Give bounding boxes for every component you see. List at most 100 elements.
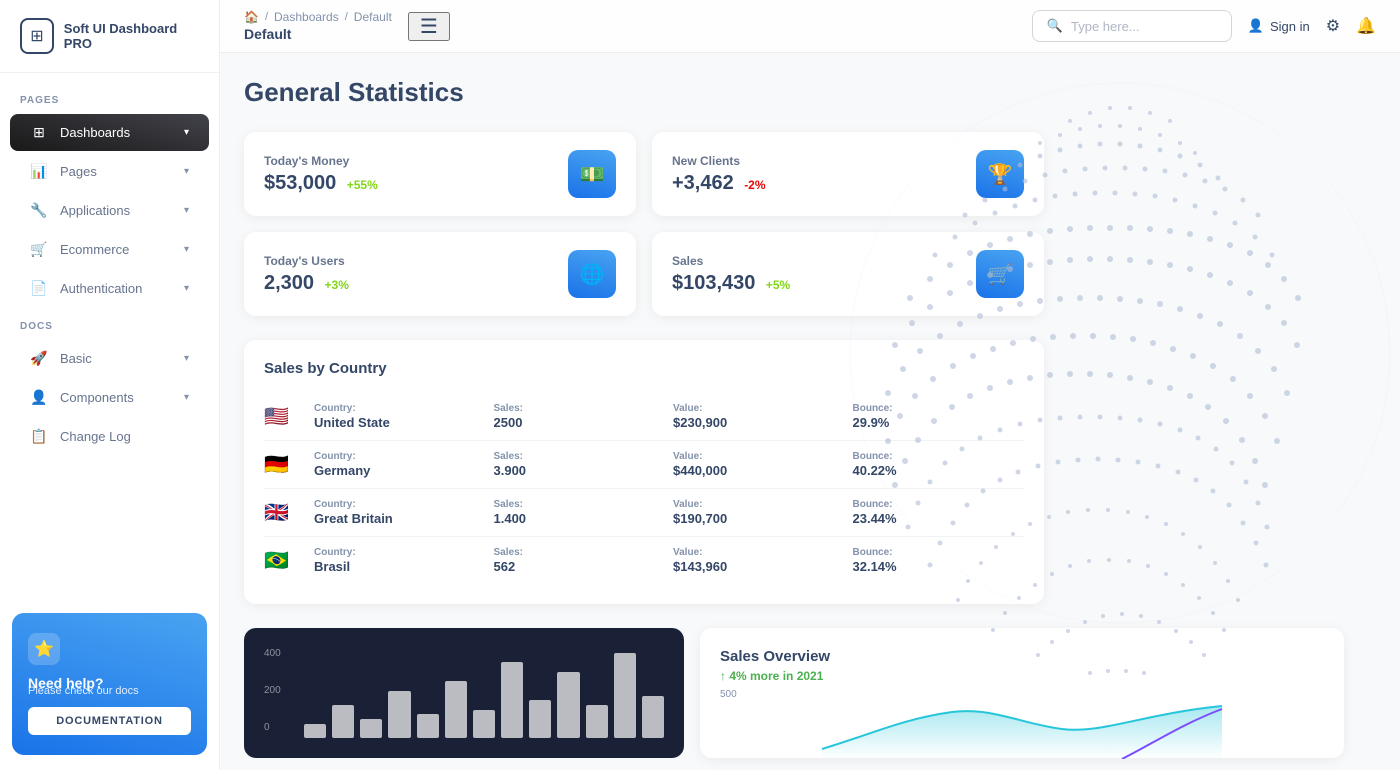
sidebar-item-label: Ecommerce — [60, 242, 172, 257]
country-col-label: Country: — [314, 451, 486, 462]
header-right: 🔍 👤 Sign in ⚙ 🔔 — [1032, 10, 1376, 42]
value-col-label: Value: — [673, 403, 845, 414]
basic-icon: 🚀 — [30, 350, 48, 367]
bar-item — [473, 710, 495, 738]
breadcrumb-current: Default — [354, 10, 392, 24]
stat-info-sales: Sales $103,430 +5% — [672, 254, 790, 295]
flag-br: 🇧🇷 — [264, 548, 306, 573]
stat-card-sales: Sales $103,430 +5% 🛒 — [652, 232, 1044, 316]
stat-value-clients: +3,462 — [672, 172, 734, 194]
sales-col-br: Sales: 562 — [494, 547, 666, 574]
value-amount-gb: $190,700 — [673, 511, 845, 526]
authentication-icon: 📄 — [30, 280, 48, 297]
stat-change-clients: -2% — [744, 178, 765, 192]
country-name-de: Germany — [314, 463, 486, 478]
sidebar-item-label: Basic — [60, 351, 172, 366]
bar-item — [360, 719, 382, 738]
sales-overview-card: Sales Overview ↑ 4% more in 2021 500 — [700, 628, 1344, 758]
stat-icon-users: 🌐 — [568, 250, 616, 298]
chevron-icon: ▾ — [184, 205, 189, 216]
sidebar-item-components[interactable]: 👤 Components ▾ — [10, 379, 209, 416]
stat-value-row-sales: $103,430 +5% — [672, 272, 790, 295]
stat-info-users: Today's Users 2,300 +3% — [264, 254, 349, 295]
value-col-label: Value: — [673, 547, 845, 558]
sidebar-item-changelog[interactable]: 📋 Change Log — [10, 418, 209, 455]
chart-y-labels: 400 200 0 — [264, 648, 281, 733]
value-amount-de: $440,000 — [673, 463, 845, 478]
sales-col-label: Sales: — [494, 547, 666, 558]
section-label-docs: DOCS — [0, 309, 219, 338]
bar-item — [501, 662, 523, 738]
logo-icon: ⊞ — [20, 18, 54, 54]
bar-item — [529, 700, 551, 738]
chevron-icon: ▾ — [184, 353, 189, 364]
chevron-icon: ▾ — [184, 166, 189, 177]
stat-info-money: Today's Money $53,000 +55% — [264, 154, 378, 195]
sidebar-item-applications[interactable]: 🔧 Applications ▾ — [10, 192, 209, 229]
sidebar-item-label: Change Log — [60, 429, 189, 444]
country-table: 🇺🇸 Country: United State Sales: 2500 Val… — [264, 393, 1024, 584]
menu-toggle-button[interactable]: ☰ — [408, 12, 450, 41]
stat-icon-clients: 🏆 — [976, 150, 1024, 198]
settings-icon[interactable]: ⚙ — [1326, 16, 1340, 36]
app-name: Soft UI Dashboard PRO — [64, 21, 199, 51]
stat-change-users: +3% — [325, 278, 349, 292]
country-col-de: Country: Germany — [314, 451, 486, 478]
search-icon: 🔍 — [1047, 18, 1063, 34]
ecommerce-icon: 🛒 — [30, 241, 48, 258]
notifications-icon[interactable]: 🔔 — [1356, 16, 1376, 36]
sidebar-item-label: Dashboards — [60, 125, 172, 140]
bounce-col-us: Bounce: 29.9% — [853, 403, 1025, 430]
stat-icon-sales: 🛒 — [976, 250, 1024, 298]
stat-label-sales: Sales — [672, 254, 790, 268]
bar-item — [557, 672, 579, 738]
sales-col-de: Sales: 3.900 — [494, 451, 666, 478]
stat-value-money: $53,000 — [264, 172, 336, 194]
bounce-col-de: Bounce: 40.22% — [853, 451, 1025, 478]
section-label-pages: PAGES — [0, 83, 219, 112]
sidebar-item-authentication[interactable]: 📄 Authentication ▾ — [10, 270, 209, 307]
search-box[interactable]: 🔍 — [1032, 10, 1232, 42]
country-name-gb: Great Britain — [314, 511, 486, 526]
search-input[interactable] — [1071, 19, 1217, 34]
sidebar-item-label: Components — [60, 390, 172, 405]
country-col-us: Country: United State — [314, 403, 486, 430]
sales-col-us: Sales: 2500 — [494, 403, 666, 430]
value-amount-br: $143,960 — [673, 559, 845, 574]
sales-col-label: Sales: — [494, 403, 666, 414]
sign-in-button[interactable]: 👤 Sign in — [1248, 18, 1310, 34]
sales-overview-title: Sales Overview — [720, 648, 1324, 665]
y-label-0: 0 — [264, 722, 281, 733]
stat-value-sales: $103,430 — [672, 272, 755, 294]
user-icon: 👤 — [1248, 18, 1264, 34]
sidebar-item-ecommerce[interactable]: 🛒 Ecommerce ▾ — [10, 231, 209, 268]
country-col-label: Country: — [314, 547, 486, 558]
value-col-label: Value: — [673, 451, 845, 462]
sidebar: ⊞ Soft UI Dashboard PRO PAGES ⊞ Dashboar… — [0, 0, 220, 770]
sales-value-gb: 1.400 — [494, 511, 666, 526]
bar-item — [642, 696, 664, 739]
country-col-label: Country: — [314, 403, 486, 414]
documentation-button[interactable]: DOCUMENTATION — [28, 707, 191, 735]
country-name-us: United State — [314, 415, 486, 430]
sales-value-de: 3.900 — [494, 463, 666, 478]
sidebar-item-label: Applications — [60, 203, 172, 218]
table-row: 🇺🇸 Country: United State Sales: 2500 Val… — [264, 393, 1024, 441]
stats-row: Today's Money $53,000 +55% 💵 New Clients… — [244, 132, 1044, 316]
sidebar-item-dashboards[interactable]: ⊞ Dashboards ▾ — [10, 114, 209, 151]
sales-col-label: Sales: — [494, 499, 666, 510]
main-area: 🏠 / Dashboards / Default Default ☰ 🔍 👤 S… — [220, 0, 1400, 770]
y-label-400: 400 — [264, 648, 281, 659]
sidebar-nav: PAGES ⊞ Dashboards ▾ 📊 Pages ▾ 🔧 Applica… — [0, 73, 219, 598]
bounce-col-label: Bounce: — [853, 547, 1025, 558]
y-label-200: 200 — [264, 685, 281, 696]
sidebar-item-pages[interactable]: 📊 Pages ▾ — [10, 153, 209, 190]
stat-info-clients: New Clients +3,462 -2% — [672, 154, 766, 195]
stat-change-money: +55% — [347, 178, 378, 192]
sidebar-item-basic[interactable]: 🚀 Basic ▾ — [10, 340, 209, 377]
sales-col-gb: Sales: 1.400 — [494, 499, 666, 526]
country-name-br: Brasil — [314, 559, 486, 574]
bounce-value-gb: 23.44% — [853, 511, 1025, 526]
country-col-br: Country: Brasil — [314, 547, 486, 574]
table-row: 🇧🇷 Country: Brasil Sales: 562 Value: $14… — [264, 537, 1024, 584]
